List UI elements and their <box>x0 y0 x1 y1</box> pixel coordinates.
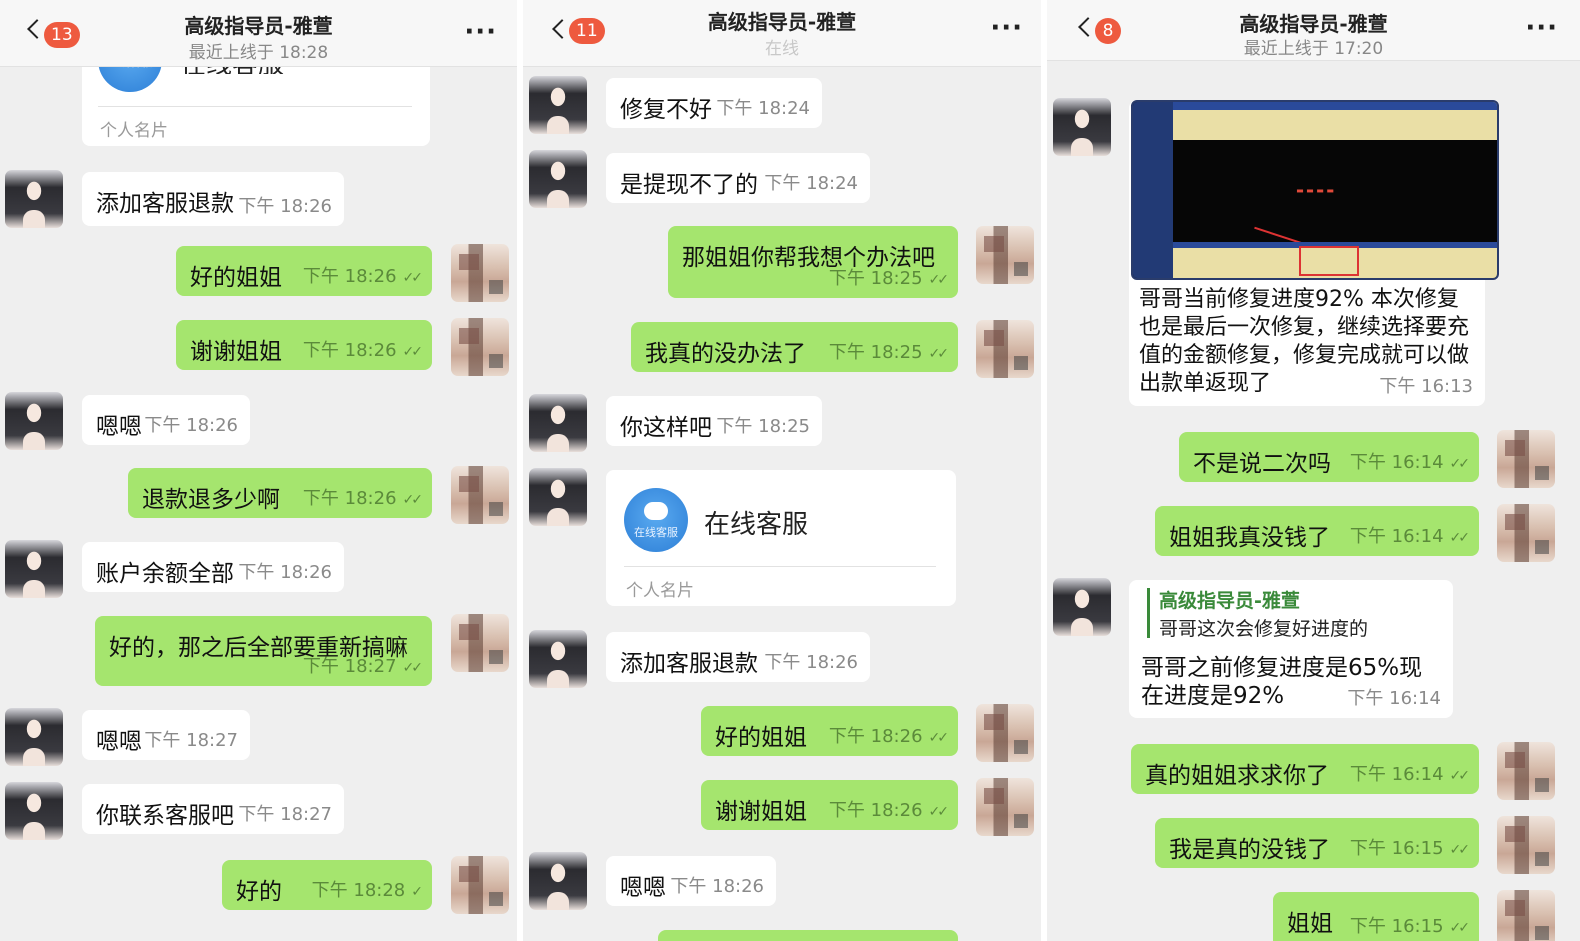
message-bubble[interactable]: 修复不好 下午 18:24 <box>606 78 822 128</box>
message-bubble[interactable]: 你联系客服吧 下午 18:27 <box>82 784 344 834</box>
read-check-icon: ✓✓ <box>1449 920 1471 936</box>
reply-message[interactable]: 高级指导员-雅萱 哥哥这次会修复好进度的 哥哥之前修复进度是65%现在进度是92… <box>1129 580 1453 718</box>
more-icon[interactable]: ··· <box>990 15 1023 41</box>
read-check-icon: ✓✓ <box>928 804 950 820</box>
read-check-icon: ✓✓ <box>402 270 424 286</box>
quote-bar <box>1147 588 1150 638</box>
message-bubble[interactable]: 好的 下午 18:28 ✓ <box>222 860 432 910</box>
chat-panel-3: 8 高级指导员-雅萱 最近上线于 17:20 ··· ▬ ▬ ▬ ▬ 哥哥当前修… <box>1047 0 1580 941</box>
message-bubble[interactable]: 嗯嗯 下午 18:27 <box>82 710 250 760</box>
message-bubble[interactable]: 那姐姐你帮我想个办法吧 下午 18:25 ✓✓ <box>668 226 958 298</box>
quote-text: 哥哥这次会修复好进度的 <box>1159 618 1369 640</box>
card-type-label: 个人名片 <box>626 581 694 601</box>
user-avatar[interactable] <box>451 614 509 672</box>
message-bubble[interactable]: 谢谢姐姐 下午 18:26 ✓✓ <box>701 780 958 830</box>
message-bubble[interactable]: 添加客服退款 下午 18:26 <box>82 172 344 226</box>
contact-avatar[interactable] <box>5 540 63 598</box>
message-bubble[interactable]: 姐姐我真没钱了 下午 16:14 ✓✓ <box>1155 506 1479 556</box>
message-bubble[interactable]: 嗯嗯 下午 18:26 <box>606 856 776 906</box>
message-bubble[interactable]: 嗯嗯 下午 18:26 <box>82 395 250 445</box>
card-name: 在线客服 <box>704 510 809 540</box>
read-check-icon: ✓✓ <box>402 344 424 360</box>
read-check-icon: ✓✓ <box>1449 768 1471 784</box>
card-divider <box>624 566 936 567</box>
read-check-icon: ✓✓ <box>402 492 424 508</box>
message-bubble[interactable]: 姐姐 下午 16:15 ✓✓ <box>1273 892 1479 941</box>
message-bubble[interactable]: 添加客服退款 下午 18:26 <box>606 632 870 682</box>
user-avatar[interactable] <box>1497 890 1555 941</box>
message-bubble[interactable]: 我真的没办法了 下午 18:25 ✓✓ <box>631 322 958 372</box>
chat-panel-1: 13 高级指导员-雅萱 最近上线于 18:28 ··· 在线客服 在线客服 个人… <box>0 0 517 941</box>
user-avatar[interactable] <box>976 778 1034 836</box>
read-check-icon: ✓✓ <box>928 272 950 288</box>
read-check-icon: ✓✓ <box>1449 530 1471 546</box>
chat-header: 11 高级指导员-雅萱 在线 ··· <box>523 0 1041 67</box>
chat-header: 8 高级指导员-雅萱 最近上线于 17:20 ··· <box>1047 0 1580 61</box>
contact-avatar[interactable] <box>1053 98 1111 156</box>
quote-author: 高级指导员-雅萱 <box>1159 590 1300 612</box>
message-bubble[interactable]: 是提现不了的 下午 18:24 <box>606 153 870 203</box>
read-check-icon: ✓✓ <box>402 660 424 676</box>
contact-avatar[interactable] <box>529 630 587 688</box>
contact-avatar[interactable] <box>529 394 587 452</box>
chat-subtitle: 最近上线于 17:20 <box>1243 39 1384 59</box>
chat-title: 高级指导员-雅萱 <box>1239 12 1388 36</box>
contact-avatar[interactable] <box>1053 578 1111 636</box>
user-avatar[interactable] <box>451 466 509 524</box>
read-check-icon: ✓✓ <box>1449 456 1471 472</box>
read-check-icon: ✓✓ <box>928 730 950 746</box>
contact-avatar[interactable] <box>529 468 587 526</box>
user-avatar[interactable] <box>1497 816 1555 874</box>
customer-service-icon: 在线客服 <box>624 488 688 552</box>
chat-subtitle: 最近上线于 18:28 <box>188 43 329 63</box>
user-avatar[interactable] <box>976 320 1034 378</box>
message-bubble[interactable]: 我是真的没钱了 下午 16:15 ✓✓ <box>1155 818 1479 868</box>
contact-avatar[interactable] <box>5 170 63 228</box>
read-check-icon: ✓✓ <box>1449 842 1471 858</box>
message-bubble-partial[interactable] <box>658 930 958 941</box>
contact-avatar[interactable] <box>529 76 587 134</box>
image-message[interactable]: ▬ ▬ ▬ ▬ 哥哥当前修复进度92% 本次修复也是最后一次修复，继续选择要充值… <box>1129 100 1499 406</box>
user-avatar[interactable] <box>976 704 1034 762</box>
contact-avatar[interactable] <box>529 852 587 910</box>
chat-title: 高级指导员-雅萱 <box>184 14 333 38</box>
user-avatar[interactable] <box>1497 742 1555 800</box>
user-avatar[interactable] <box>451 856 509 914</box>
chat-title: 高级指导员-雅萱 <box>707 10 857 34</box>
user-avatar[interactable] <box>1497 504 1555 562</box>
message-bubble[interactable]: 不是说二次吗 下午 16:14 ✓✓ <box>1179 432 1479 482</box>
message-bubble[interactable]: 你这样吧 下午 18:25 <box>606 396 822 446</box>
chat-panel-2: 11 高级指导员-雅萱 在线 ··· 修复不好 下午 18:24 是提现不了的 … <box>523 0 1041 941</box>
message-bubble[interactable]: 好的姐姐 下午 18:26 ✓✓ <box>701 706 958 756</box>
chat-status: 在线 <box>765 39 799 59</box>
message-bubble[interactable]: 好的姐姐 下午 18:26 ✓✓ <box>176 246 432 296</box>
user-avatar[interactable] <box>1497 430 1555 488</box>
contact-avatar[interactable] <box>5 392 63 450</box>
progress-overlay: ▬ ▬ ▬ ▬ <box>1296 186 1334 195</box>
user-avatar[interactable] <box>451 318 509 376</box>
contact-avatar[interactable] <box>5 708 63 766</box>
message-bubble[interactable]: 退款退多少啊 下午 18:26 ✓✓ <box>128 468 432 518</box>
card-type-label: 个人名片 <box>100 121 168 141</box>
user-avatar[interactable] <box>976 226 1034 284</box>
more-icon[interactable]: ··· <box>464 19 497 45</box>
message-bubble[interactable]: 好的，那之后全部要重新搞嘛 下午 18:27 ✓✓ <box>95 616 432 686</box>
contact-avatar[interactable] <box>5 782 63 840</box>
read-check-icon: ✓ <box>411 884 423 900</box>
chat-header: 13 高级指导员-雅萱 最近上线于 18:28 ··· <box>0 0 517 67</box>
read-check-icon: ✓✓ <box>928 346 950 362</box>
message-bubble[interactable]: 谢谢姐姐 下午 18:26 ✓✓ <box>176 320 432 370</box>
contact-card[interactable]: 在线客服 在线客服 个人名片 <box>606 470 956 606</box>
message-bubble[interactable]: 真的姐姐求求你了 下午 16:14 ✓✓ <box>1131 744 1479 794</box>
contact-avatar[interactable] <box>529 150 587 208</box>
more-icon[interactable]: ··· <box>1525 15 1558 41</box>
card-divider <box>98 106 412 107</box>
user-avatar[interactable] <box>451 244 509 302</box>
screenshot-image[interactable]: ▬ ▬ ▬ ▬ <box>1131 100 1499 280</box>
message-bubble[interactable]: 账户余额全部 下午 18:26 <box>82 542 344 592</box>
